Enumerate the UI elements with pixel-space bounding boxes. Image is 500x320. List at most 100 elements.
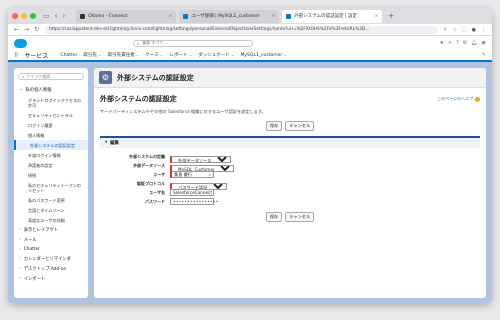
- setup-sidebar: ⌕ クイック検索 ⌄ 私の個人情報 グラントログイングクセスの許可 セキュリティセン…: [14, 68, 88, 298]
- chevron-down-icon[interactable]: ⌄: [231, 53, 235, 58]
- sidebar-section-chatter[interactable]: › Chatter: [14, 245, 88, 254]
- close-tab-icon[interactable]: ×: [271, 14, 275, 19]
- password-input[interactable]: ••••••••••••••••: [170, 198, 218, 205]
- username-input[interactable]: SalesforceConnect: [170, 189, 214, 196]
- field-row: 認証プロトコル パスワード認証: [100, 179, 480, 190]
- browser-tab-user-detail[interactable]: ユーザ詳細 | MySQL1_customer ×: [179, 9, 280, 23]
- tab-bar: ▭ ‹ › Ollama - Connect × ユーザ詳細 | MySQL1_c…: [8, 8, 492, 24]
- help-link[interactable]: このページのヘルプ: [437, 94, 480, 104]
- sidebar-item-change-password[interactable]: 私のパスワード変更: [14, 195, 88, 205]
- close-window-button[interactable]: [12, 13, 18, 19]
- field-row: ユーザ 桑島 慶行 ⌕: [100, 170, 480, 179]
- field-label: 外部システムの定義: [129, 153, 165, 159]
- edit-nav-icon[interactable]: ✎: [482, 52, 486, 58]
- chevron-down-icon[interactable]: ⌄: [188, 53, 192, 58]
- main-panel: ⚙ 外部システムの認証設定 外部システムの認証設定 このページのヘルプ サードパ…: [94, 68, 486, 298]
- chevron-down-icon[interactable]: ⌄: [160, 53, 164, 58]
- new-tab-icon[interactable]: +: [388, 12, 394, 20]
- gear-icon: ⚙: [99, 71, 112, 84]
- sidebar-item-advanced-user[interactable]: 高度なユーザの詳細: [14, 215, 88, 225]
- sidebar-item-security-central[interactable]: セキュリティセントラル: [14, 110, 88, 120]
- browser-window: ▭ ‹ › Ollama - Connect × ユーザ詳細 | MySQL1_c…: [8, 8, 492, 304]
- sidebar-item-login-history[interactable]: ログイン履歴: [14, 120, 88, 130]
- chevron-down-icon[interactable]: ⌄: [98, 53, 102, 58]
- sidebar-item-approver[interactable]: 承認者の設定: [14, 160, 88, 170]
- reload-icon[interactable]: ↻: [34, 26, 39, 33]
- share-icon[interactable]: ⇧: [443, 27, 447, 33]
- nav-item-contacts[interactable]: 取引先責任者⌄: [108, 52, 140, 58]
- chevron-right-icon: ›: [19, 237, 21, 242]
- chevron-down-icon[interactable]: ⌄: [283, 53, 287, 58]
- avatar-icon[interactable]: ◉: [482, 40, 486, 46]
- back-icon[interactable]: ←: [14, 26, 19, 33]
- cancel-button[interactable]: キャンセル: [285, 121, 315, 131]
- extensions-icon[interactable]: ⬚: [462, 27, 467, 33]
- help-icon[interactable]: ?: [456, 40, 459, 46]
- sidebar-section-desktop[interactable]: › デスクトップ Add-on: [14, 264, 88, 274]
- address-row: ← → ↻ https://caciappatent-dev-ed.lightn…: [8, 24, 492, 36]
- nav-item-dashboards[interactable]: ダッシュボード⌄: [198, 52, 234, 58]
- sidebar-item-grant-access[interactable]: グラントログイングクセスの許可: [14, 95, 88, 110]
- quick-find-input[interactable]: ⌕ クイック検索: [18, 73, 84, 80]
- sidebar-item-language-timezone[interactable]: 言語とタイムゾーン: [14, 205, 88, 215]
- password-mask: ••••••••••••••••: [173, 199, 219, 204]
- sidebar-item-personal-info[interactable]: 個人情報: [14, 130, 88, 140]
- nav-item-mysql-customer[interactable]: MySQL1_customer⌄: [241, 53, 288, 58]
- menu-icon[interactable]: ⋮: [481, 27, 486, 33]
- chevron-down-icon[interactable]: ⌄: [136, 53, 140, 58]
- nav-label: 取引先責任者: [107, 53, 135, 58]
- chevron-right-icon: ›: [19, 227, 21, 232]
- sidebar-section-personal[interactable]: ⌄ 私の個人情報: [14, 85, 88, 95]
- maximize-window-button[interactable]: [30, 13, 36, 19]
- forward-icon[interactable]: →: [24, 26, 29, 33]
- star-icon[interactable]: ☆: [452, 27, 456, 33]
- sidebar-item-external-auth[interactable]: 外部システムの認証設定: [14, 140, 88, 150]
- global-search-input[interactable]: ⌕ 検索 すべて...: [133, 39, 253, 47]
- nav-item-reports[interactable]: レポート⌄: [169, 52, 192, 58]
- app-navigation: ⠿ サービス Chatter 取引先⌄ 取引先責任者⌄ ケース⌄ レポート⌄ ダ…: [8, 50, 492, 62]
- bell-icon[interactable]: 🔔︎: [471, 40, 477, 46]
- forward-icon[interactable]: ›: [62, 12, 65, 20]
- help-icon: [475, 96, 480, 102]
- salesforce-logo-icon[interactable]: [14, 38, 27, 48]
- close-tab-icon[interactable]: ×: [374, 14, 378, 19]
- page-content: 外部システムの認証設定 このページのヘルプ サードパーティシステムやその他の S…: [94, 88, 486, 228]
- header-icons: ★ + ? ⚙ 🔔︎ ◉: [439, 40, 486, 46]
- field-value: ••••••••••••••••: [170, 198, 218, 205]
- chevron-down-icon: ▾: [105, 140, 108, 145]
- sidebar-toggle-icon[interactable]: ▭: [43, 12, 50, 20]
- minimize-window-button[interactable]: [21, 13, 27, 19]
- sidebar-item-connections[interactable]: 接続: [14, 170, 88, 180]
- chevron-down-icon: ⌄: [19, 87, 23, 92]
- sidebar-item-external-login[interactable]: 外部ログイン情報: [14, 150, 88, 160]
- nav-item-accounts[interactable]: 取引先⌄: [83, 52, 101, 58]
- profile-icon[interactable]: ●: [472, 27, 476, 33]
- sidebar-section-calendar[interactable]: › カレンダーとリマインダ: [14, 254, 88, 264]
- browser-tab-auth-settings[interactable]: 外部システムの認証設定 | 設定 ×: [282, 9, 383, 23]
- add-icon[interactable]: +: [448, 40, 452, 46]
- url-bar[interactable]: https://caciappatent-dev-ed.lightning.fo…: [44, 25, 439, 34]
- sidebar-item-reset-token[interactable]: 私のセキュリティトークンのリセット: [14, 180, 88, 195]
- save-button[interactable]: 保存: [265, 212, 283, 222]
- tab-favicon: [286, 13, 292, 19]
- browser-tab-ollama[interactable]: Ollama - Connect ×: [76, 9, 177, 23]
- sidebar-section-import[interactable]: › インポート: [14, 274, 88, 284]
- cancel-button[interactable]: キャンセル: [285, 212, 315, 222]
- nav-item-chatter[interactable]: Chatter: [60, 53, 77, 58]
- page-description: サードパーティシステムやその他の Salesforce 組織に対するユーザ認証を…: [100, 109, 266, 114]
- chevron-right-icon: ›: [19, 247, 21, 252]
- section-label: 表示とレイアウト: [23, 228, 59, 233]
- save-button[interactable]: 保存: [265, 121, 283, 131]
- nav-label: ダッシュボード: [198, 53, 230, 58]
- nav-label: Chatter: [60, 52, 78, 58]
- sidebar-section-email[interactable]: › メール: [14, 235, 88, 245]
- app-launcher-icon[interactable]: ⠿: [14, 52, 18, 59]
- gear-icon[interactable]: ⚙: [463, 40, 467, 46]
- section-label: メール: [23, 238, 37, 243]
- page-title: 外部システムの認証設定: [117, 73, 194, 82]
- nav-item-cases[interactable]: ケース⌄: [145, 52, 163, 58]
- sidebar-section-display[interactable]: › 表示とレイアウト: [14, 225, 88, 235]
- back-icon[interactable]: ‹: [55, 12, 58, 20]
- favorites-icon[interactable]: ★: [439, 40, 443, 46]
- close-tab-icon[interactable]: ×: [168, 14, 172, 19]
